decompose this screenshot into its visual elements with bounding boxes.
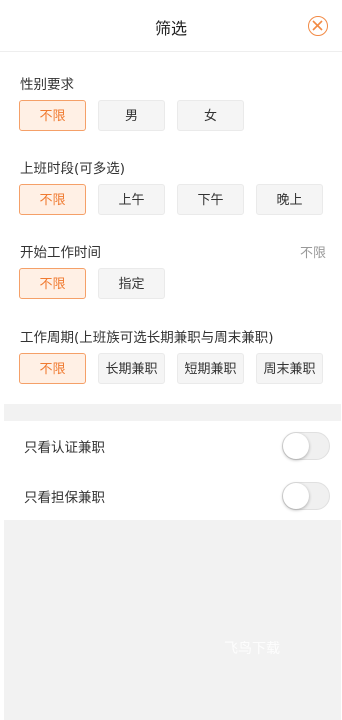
header: 筛选: [0, 0, 342, 52]
gender-section-title: 性别要求: [20, 77, 74, 93]
certified-only-label: 只看认证兼职: [24, 440, 105, 456]
certified-only-toggle[interactable]: [282, 432, 330, 460]
time-slot-option-any[interactable]: 不限: [19, 184, 86, 215]
period-option-weekend[interactable]: 周末兼职: [256, 353, 323, 384]
start-time-section-title: 开始工作时间: [20, 245, 101, 261]
toggle-knob: [283, 483, 309, 509]
page-title: 筛选: [154, 19, 187, 38]
time-slot-option-morning[interactable]: 上午: [98, 184, 165, 215]
close-button[interactable]: [308, 16, 328, 36]
gender-option-male[interactable]: 男: [98, 100, 165, 131]
start-time-option-any[interactable]: 不限: [19, 268, 86, 299]
toggle-row-guaranteed: 只看担保兼职: [4, 471, 341, 519]
period-option-long-term[interactable]: 长期兼职: [98, 353, 165, 384]
time-slot-option-evening[interactable]: 晚上: [256, 184, 323, 215]
empty-bottom-area: 飞鸟下载: [4, 520, 341, 720]
watermark: 飞鸟下载: [224, 641, 280, 657]
guaranteed-only-toggle[interactable]: [282, 482, 330, 510]
toggle-knob: [283, 433, 309, 459]
gender-option-any[interactable]: 不限: [19, 100, 86, 131]
toggle-row-certified: 只看认证兼职: [4, 421, 341, 469]
gender-option-female[interactable]: 女: [177, 100, 244, 131]
time-slot-section-title: 上班时段(可多选): [20, 161, 126, 177]
period-section-title: 工作周期(上班族可选长期兼职与周末兼职): [20, 330, 274, 346]
start-time-value: 不限: [299, 246, 326, 261]
time-slot-option-afternoon[interactable]: 下午: [177, 184, 244, 215]
start-time-option-specify[interactable]: 指定: [98, 268, 165, 299]
period-option-any[interactable]: 不限: [19, 353, 86, 384]
guaranteed-only-label: 只看担保兼职: [24, 490, 105, 506]
period-option-short-term[interactable]: 短期兼职: [177, 353, 244, 384]
close-icon: [312, 20, 323, 31]
section-divider: [4, 404, 341, 421]
